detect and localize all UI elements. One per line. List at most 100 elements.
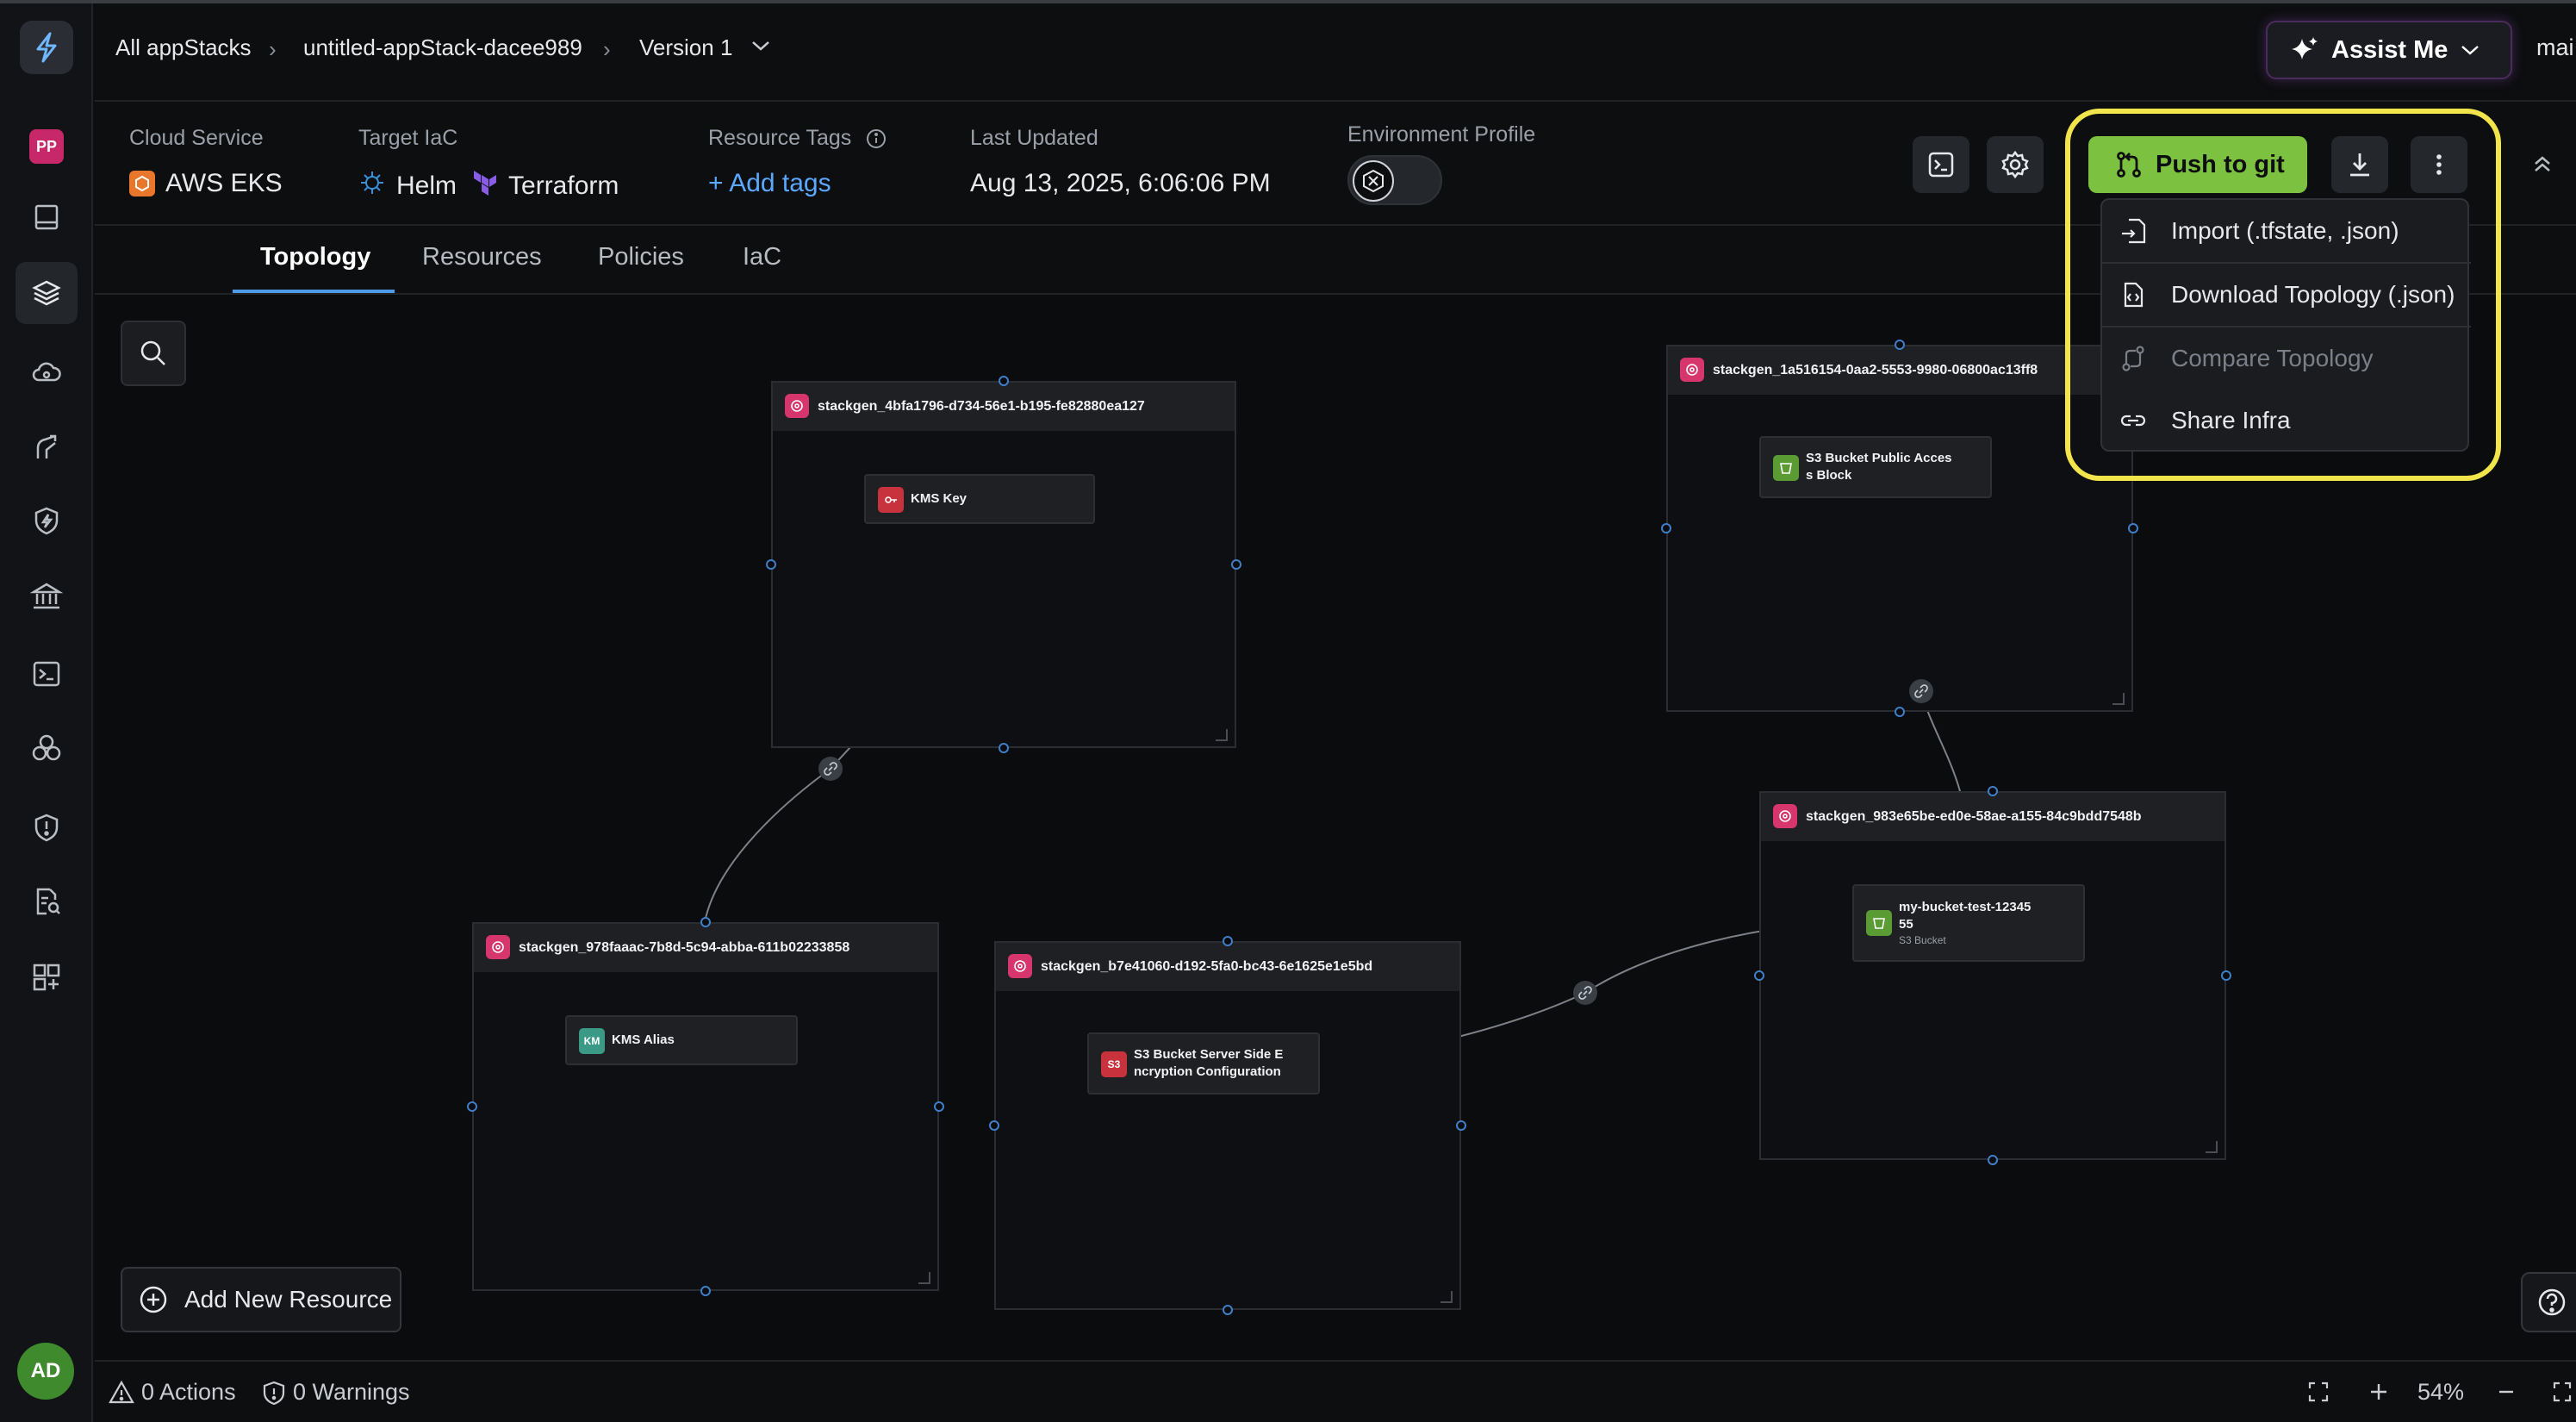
resource-group[interactable]: stackgen_983e65be-ed0e-58ae-a155-84c9bdd…	[1759, 791, 2226, 1160]
info-icon[interactable]	[865, 128, 887, 154]
terminal-icon[interactable]	[26, 653, 67, 695]
environment-profile-toggle[interactable]	[1347, 155, 1442, 205]
app-root: PP AD All appStacks › untitled-appStack-…	[0, 0, 2576, 1422]
handle-dot[interactable]	[1223, 1305, 1233, 1315]
resize-handle[interactable]	[1216, 729, 1228, 741]
fullscreen-icon[interactable]	[2552, 1381, 2573, 1407]
shield-alert-icon[interactable]	[26, 807, 67, 848]
handle-dot[interactable]	[766, 559, 776, 570]
handle-dot[interactable]	[1223, 936, 1233, 946]
menu-item-download-topology[interactable]: Download Topology (.json)	[2102, 264, 2471, 326]
zoom-out-icon[interactable]	[2495, 1381, 2517, 1407]
handle-dot[interactable]	[1456, 1120, 1466, 1131]
terminal-button[interactable]	[1913, 136, 1969, 193]
breadcrumb-stack[interactable]: untitled-appStack-dacee989	[303, 34, 582, 61]
menu-item-import[interactable]: Import (.tfstate, .json)	[2102, 200, 2471, 262]
git-branch-icon[interactable]	[26, 426, 67, 467]
audit-icon[interactable]	[26, 881, 67, 922]
modules-icon[interactable]	[26, 727, 67, 769]
link-icon[interactable]	[818, 757, 843, 781]
resource-node-s3-public-access-block[interactable]: S3 Bucket Public Acces s Block	[1759, 436, 1992, 498]
resource-node-kms-key[interactable]: KMS Key	[864, 474, 1095, 524]
handle-dot[interactable]	[1895, 707, 1905, 717]
kms-group-icon	[1008, 954, 1032, 978]
kms-key-icon	[878, 487, 904, 513]
resource-group[interactable]: stackgen_1a516154-0aa2-5553-9980-06800ac…	[1666, 345, 2133, 712]
handle-dot[interactable]	[1895, 340, 1905, 350]
cloud-icon[interactable]	[26, 352, 67, 393]
breadcrumb-all-appstacks[interactable]: All appStacks	[115, 34, 252, 61]
handle-dot[interactable]	[1754, 970, 1764, 981]
top-stripe	[0, 0, 2576, 3]
bank-icon[interactable]	[26, 576, 67, 617]
tab-policies[interactable]: Policies	[598, 243, 684, 271]
stack-icon[interactable]	[16, 262, 78, 324]
terraform-icon	[472, 169, 498, 203]
resource-label-line1: S3 Bucket Public Acces	[1806, 451, 1952, 465]
handle-dot[interactable]	[999, 376, 1009, 386]
handle-dot[interactable]	[999, 743, 1009, 753]
canvas-search-button[interactable]	[121, 321, 186, 386]
resource-node-kms-alias[interactable]: KM KMS Alias	[565, 1015, 798, 1065]
handle-dot[interactable]	[1988, 1155, 1998, 1165]
fit-view-icon[interactable]	[2307, 1381, 2330, 1407]
zoom-in-icon[interactable]	[2368, 1381, 2390, 1407]
tab-topology[interactable]: Topology	[260, 243, 370, 271]
handle-dot[interactable]	[1661, 523, 1671, 533]
handle-dot[interactable]	[700, 1286, 711, 1296]
add-grid-icon[interactable]	[26, 957, 67, 998]
menu-item-share-infra[interactable]: Share Infra	[2102, 390, 2471, 452]
resize-handle[interactable]	[2206, 1141, 2218, 1153]
link-icon[interactable]	[1909, 679, 1933, 703]
handle-dot[interactable]	[2221, 970, 2231, 981]
version-select[interactable]: Version 1	[639, 34, 732, 61]
git-compare-icon	[2118, 343, 2149, 374]
handle-dot[interactable]	[1988, 786, 1998, 796]
app-logo-icon[interactable]	[20, 21, 73, 74]
add-tags-link[interactable]: + Add tags	[708, 169, 831, 198]
target-iac-label: Target IaC	[358, 126, 458, 150]
tab-iac[interactable]: IaC	[743, 243, 781, 271]
assist-me-label: Assist Me	[2331, 35, 2448, 64]
link-icon[interactable]	[1573, 981, 1597, 1005]
resource-label-line2: 55	[1899, 917, 1913, 932]
group-title: stackgen_983e65be-ed0e-58ae-a155-84c9bdd…	[1806, 809, 2142, 824]
add-new-resource-button[interactable]: Add New Resource	[121, 1267, 401, 1332]
project-avatar[interactable]: PP	[29, 129, 64, 164]
branch-name-truncated[interactable]: mai	[2536, 34, 2574, 61]
terraform-text: Terraform	[508, 172, 619, 200]
handle-dot[interactable]	[989, 1120, 999, 1131]
resource-group[interactable]: stackgen_978faaac-7b8d-5c94-abba-611b022…	[472, 922, 939, 1291]
resource-group[interactable]: stackgen_4bfa1796-d734-56e1-b195-fe82880…	[771, 381, 1236, 748]
target-iac-value: Helm Terraform	[358, 169, 619, 203]
handle-dot[interactable]	[700, 917, 711, 927]
user-avatar[interactable]: AD	[17, 1343, 74, 1400]
resource-group[interactable]: stackgen_b7e41060-d192-5fa0-bc43-6e1625e…	[994, 941, 1461, 1310]
menu-label: Download Topology (.json)	[2171, 281, 2455, 308]
warnings-count[interactable]: 0 Warnings	[262, 1379, 410, 1406]
actions-count[interactable]: 0 Actions	[109, 1379, 236, 1406]
resource-label: KMS Key	[911, 491, 968, 506]
shield-bolt-icon[interactable]	[26, 500, 67, 541]
docs-icon[interactable]	[26, 196, 67, 238]
resource-node-s3-bucket[interactable]: my-bucket-test-12345 55 S3 Bucket	[1852, 884, 2085, 962]
settings-button[interactable]	[1987, 136, 2044, 193]
cloud-service-label: Cloud Service	[129, 126, 264, 150]
aws-icon	[129, 171, 155, 196]
resource-node-s3-sse-config[interactable]: S3 S3 Bucket Server Side E ncryption Con…	[1087, 1032, 1320, 1095]
help-button[interactable]	[2521, 1272, 2576, 1332]
zoom-level: 54%	[2417, 1379, 2465, 1405]
handle-dot[interactable]	[934, 1101, 944, 1112]
handle-dot[interactable]	[2128, 523, 2138, 533]
handle-dot[interactable]	[1231, 559, 1241, 570]
tab-resources[interactable]: Resources	[422, 243, 542, 271]
chevron-down-icon[interactable]	[750, 38, 772, 58]
helm-text: Helm	[396, 172, 457, 200]
assist-me-button[interactable]: Assist Me	[2266, 21, 2512, 79]
collapse-up-icon[interactable]	[2529, 152, 2555, 182]
handle-dot[interactable]	[467, 1101, 477, 1112]
resize-handle[interactable]	[1440, 1291, 1453, 1303]
resize-handle[interactable]	[918, 1272, 930, 1284]
resize-handle[interactable]	[2112, 693, 2125, 705]
resource-type-label: S3 Bucket	[1899, 934, 1946, 946]
